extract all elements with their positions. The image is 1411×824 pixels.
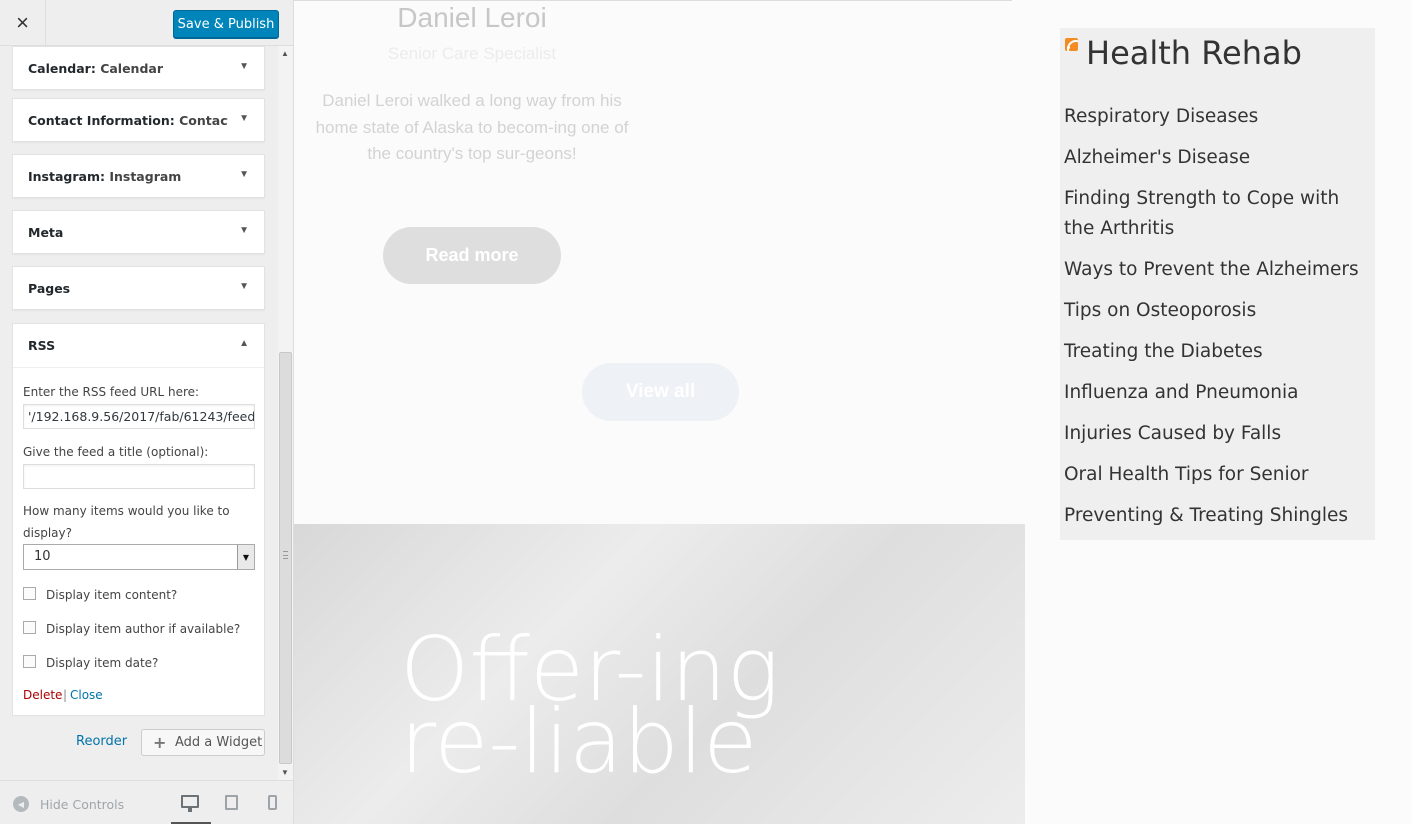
site-preview: Daniel Leroi Senior Care Specialist Dani… [294, 0, 1411, 824]
rss-widget-title[interactable]: Health Rehab [1086, 34, 1302, 72]
close-icon[interactable]: × [0, 0, 46, 46]
widget-name: Instagram [28, 169, 100, 184]
rss-item[interactable]: Injuries Caused by Falls [1064, 419, 1369, 449]
tablet-icon[interactable] [225, 795, 238, 810]
view-all-button[interactable]: View all [582, 363, 739, 421]
caret-down-icon[interactable]: ▼ [239, 281, 249, 292]
widget-rss: RSS ▲ Enter the RSS feed URL here: '/192… [12, 323, 265, 716]
rss-icon[interactable] [1065, 38, 1078, 51]
title-label: Give the feed a title (optional): [23, 445, 209, 459]
rss-item[interactable]: Alzheimer's Disease [1064, 143, 1369, 173]
desktop-icon[interactable] [181, 795, 199, 812]
items-count-value: 10 [34, 549, 51, 564]
reorder-link[interactable]: Reorder [76, 734, 127, 749]
plus-icon: + [153, 733, 167, 752]
caret-up-icon[interactable]: ▲ [239, 338, 249, 349]
rss-item[interactable]: Treating the Diabetes [1064, 337, 1369, 367]
add-widget-button[interactable]: + Add a Widget [141, 729, 265, 756]
widget-name: Calendar [28, 61, 91, 76]
rss-item[interactable]: Influenza and Pneumonia [1064, 378, 1369, 408]
rss-item[interactable]: Tips on Osteoporosis [1064, 296, 1369, 326]
hide-controls-icon[interactable]: ◀ [13, 796, 29, 812]
customizer-footer: ◀ Hide Controls [0, 780, 293, 824]
chevron-down-icon[interactable]: ▼ [237, 545, 254, 569]
widget-rss-header[interactable]: RSS ▲ [13, 324, 264, 368]
rss-item[interactable]: Finding Strength to Cope with the Arthri… [1064, 184, 1369, 243]
link-separator: | [63, 688, 68, 702]
rss-item-list: Respiratory Diseases Alzheimer's Disease… [1064, 102, 1369, 542]
delete-link[interactable]: Delete [23, 688, 62, 702]
widget-sub: Calendar [100, 61, 164, 76]
feed-url-input[interactable]: '/192.168.9.56/2017/fab/61243/feed [23, 404, 255, 429]
widget-list: Calendar: Calendar ▼ Contact Information… [0, 46, 278, 780]
caret-down-icon[interactable]: ▼ [239, 113, 249, 124]
customizer-header: × Save & Publish [0, 0, 293, 46]
caret-down-icon[interactable]: ▼ [239, 169, 249, 180]
display-author-checkbox[interactable] [23, 621, 36, 634]
url-label: Enter the RSS feed URL here: [23, 385, 200, 399]
mobile-icon[interactable] [268, 795, 277, 810]
rss-item[interactable]: Ways to Prevent the Alzheimers [1064, 255, 1369, 285]
items-count-select[interactable]: 10 ▼ [23, 544, 255, 570]
widget-calendar[interactable]: Calendar: Calendar ▼ [12, 46, 265, 90]
customizer-sidebar: × Save & Publish Calendar: Calendar ▼ Co… [0, 0, 294, 824]
grip-icon [283, 551, 288, 559]
rss-item[interactable]: Oral Health Tips for Senior [1064, 460, 1369, 490]
hero-section: Offer-ing re-liable [294, 524, 1025, 824]
count-label-line2: display? [23, 526, 72, 540]
widget-meta[interactable]: Meta ▼ [12, 210, 265, 254]
read-more-button[interactable]: Read more [383, 227, 561, 284]
display-content-label: Display item content? [46, 588, 178, 602]
widget-pages[interactable]: Pages ▼ [12, 266, 265, 310]
add-widget-label: Add a Widget [175, 735, 263, 750]
rss-item[interactable]: Respiratory Diseases [1064, 102, 1369, 132]
hide-controls-button[interactable]: Hide Controls [40, 797, 124, 812]
divider [294, 0, 1012, 1]
feed-title-input[interactable] [23, 464, 255, 489]
team-member-bio: Daniel Leroi walked a long way from his … [315, 91, 629, 163]
widget-instagram[interactable]: Instagram: Instagram ▼ [12, 154, 265, 198]
widget-name: Meta [28, 225, 64, 240]
display-content-checkbox[interactable] [23, 587, 36, 600]
widget-name: Contact Information [28, 113, 170, 128]
team-member-role: Senior Care Specialist [387, 44, 557, 63]
count-label-line1: How many items would you like to [23, 504, 230, 518]
caret-down-icon[interactable]: ▼ [239, 225, 249, 236]
display-date-label: Display item date? [46, 656, 159, 670]
widget-sub: Instagram [109, 169, 182, 184]
team-member-name: Daniel Leroi [397, 2, 547, 33]
save-publish-button[interactable]: Save & Publish [173, 10, 279, 38]
scroll-down-icon[interactable]: ▼ [281, 768, 289, 777]
rss-widget-preview: Health Rehab Respiratory Diseases Alzhei… [1060, 28, 1375, 540]
display-author-label: Display item author if available? [46, 622, 241, 636]
close-link[interactable]: Close [70, 688, 103, 702]
hero-heading: Offer-ing re-liable [400, 618, 780, 793]
display-date-checkbox[interactable] [23, 655, 36, 668]
widget-name: RSS [28, 338, 56, 353]
rss-item[interactable]: Preventing & Treating Shingles [1064, 501, 1369, 531]
widget-sub: Contact... [179, 113, 228, 128]
widget-contact-information[interactable]: Contact Information: Contact... ▼ [12, 98, 265, 142]
widget-name: Pages [28, 281, 71, 296]
caret-down-icon[interactable]: ▼ [239, 61, 249, 72]
scroll-up-icon[interactable]: ▲ [281, 49, 289, 58]
